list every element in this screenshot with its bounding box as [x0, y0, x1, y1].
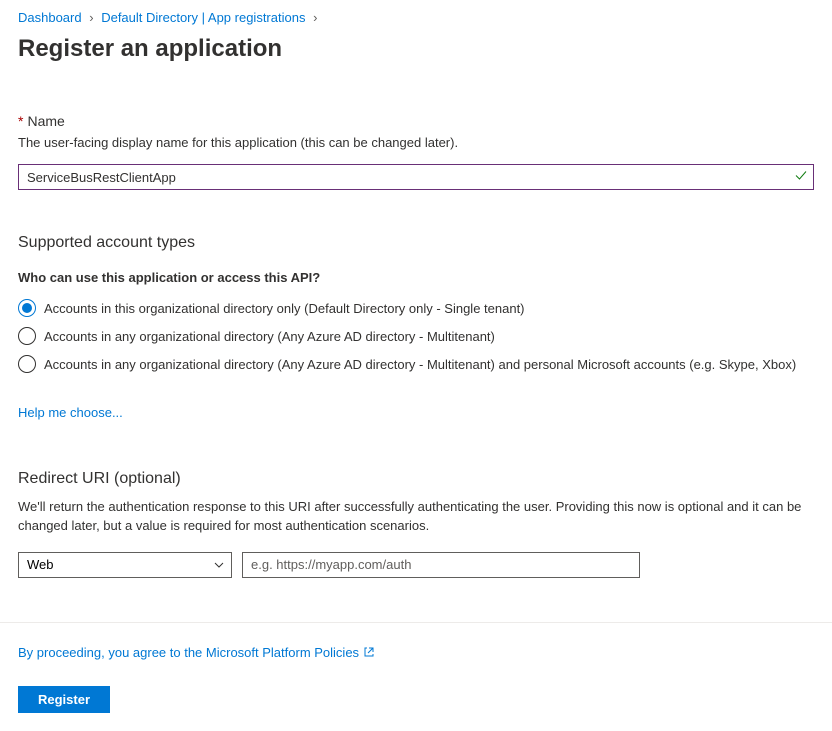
account-types-question: Who can use this application or access t…	[18, 270, 814, 285]
radio-icon	[18, 299, 36, 317]
chevron-right-icon: ›	[89, 10, 93, 25]
account-types-heading: Supported account types	[18, 234, 814, 252]
breadcrumb-dashboard[interactable]: Dashboard	[18, 10, 82, 25]
redirect-uri-heading: Redirect URI (optional)	[18, 470, 814, 488]
register-button[interactable]: Register	[18, 686, 110, 713]
radio-label: Accounts in any organizational directory…	[44, 329, 495, 344]
account-type-option-single-tenant[interactable]: Accounts in this organizational director…	[18, 299, 814, 317]
breadcrumb-directory[interactable]: Default Directory | App registrations	[101, 10, 305, 25]
name-description: The user-facing display name for this ap…	[18, 135, 814, 150]
radio-icon	[18, 355, 36, 373]
required-star-icon: *	[18, 113, 23, 129]
help-me-choose-link[interactable]: Help me choose...	[18, 405, 123, 420]
redirect-uri-description: We'll return the authentication response…	[18, 498, 814, 536]
name-input[interactable]	[18, 164, 814, 190]
radio-icon	[18, 327, 36, 345]
account-type-option-multitenant-personal[interactable]: Accounts in any organizational directory…	[18, 355, 814, 373]
platform-policies-link[interactable]: By proceeding, you agree to the Microsof…	[18, 645, 375, 660]
platform-select[interactable]: Web	[18, 552, 232, 578]
radio-label: Accounts in this organizational director…	[44, 301, 525, 316]
external-link-icon	[363, 646, 375, 658]
breadcrumb: Dashboard › Default Directory | App regi…	[0, 0, 832, 31]
account-type-option-multitenant[interactable]: Accounts in any organizational directory…	[18, 327, 814, 345]
name-label: *Name	[18, 113, 814, 129]
redirect-uri-input[interactable]	[242, 552, 640, 578]
chevron-right-icon: ›	[313, 10, 317, 25]
radio-label: Accounts in any organizational directory…	[44, 357, 796, 372]
page-title: Register an application	[0, 31, 832, 81]
